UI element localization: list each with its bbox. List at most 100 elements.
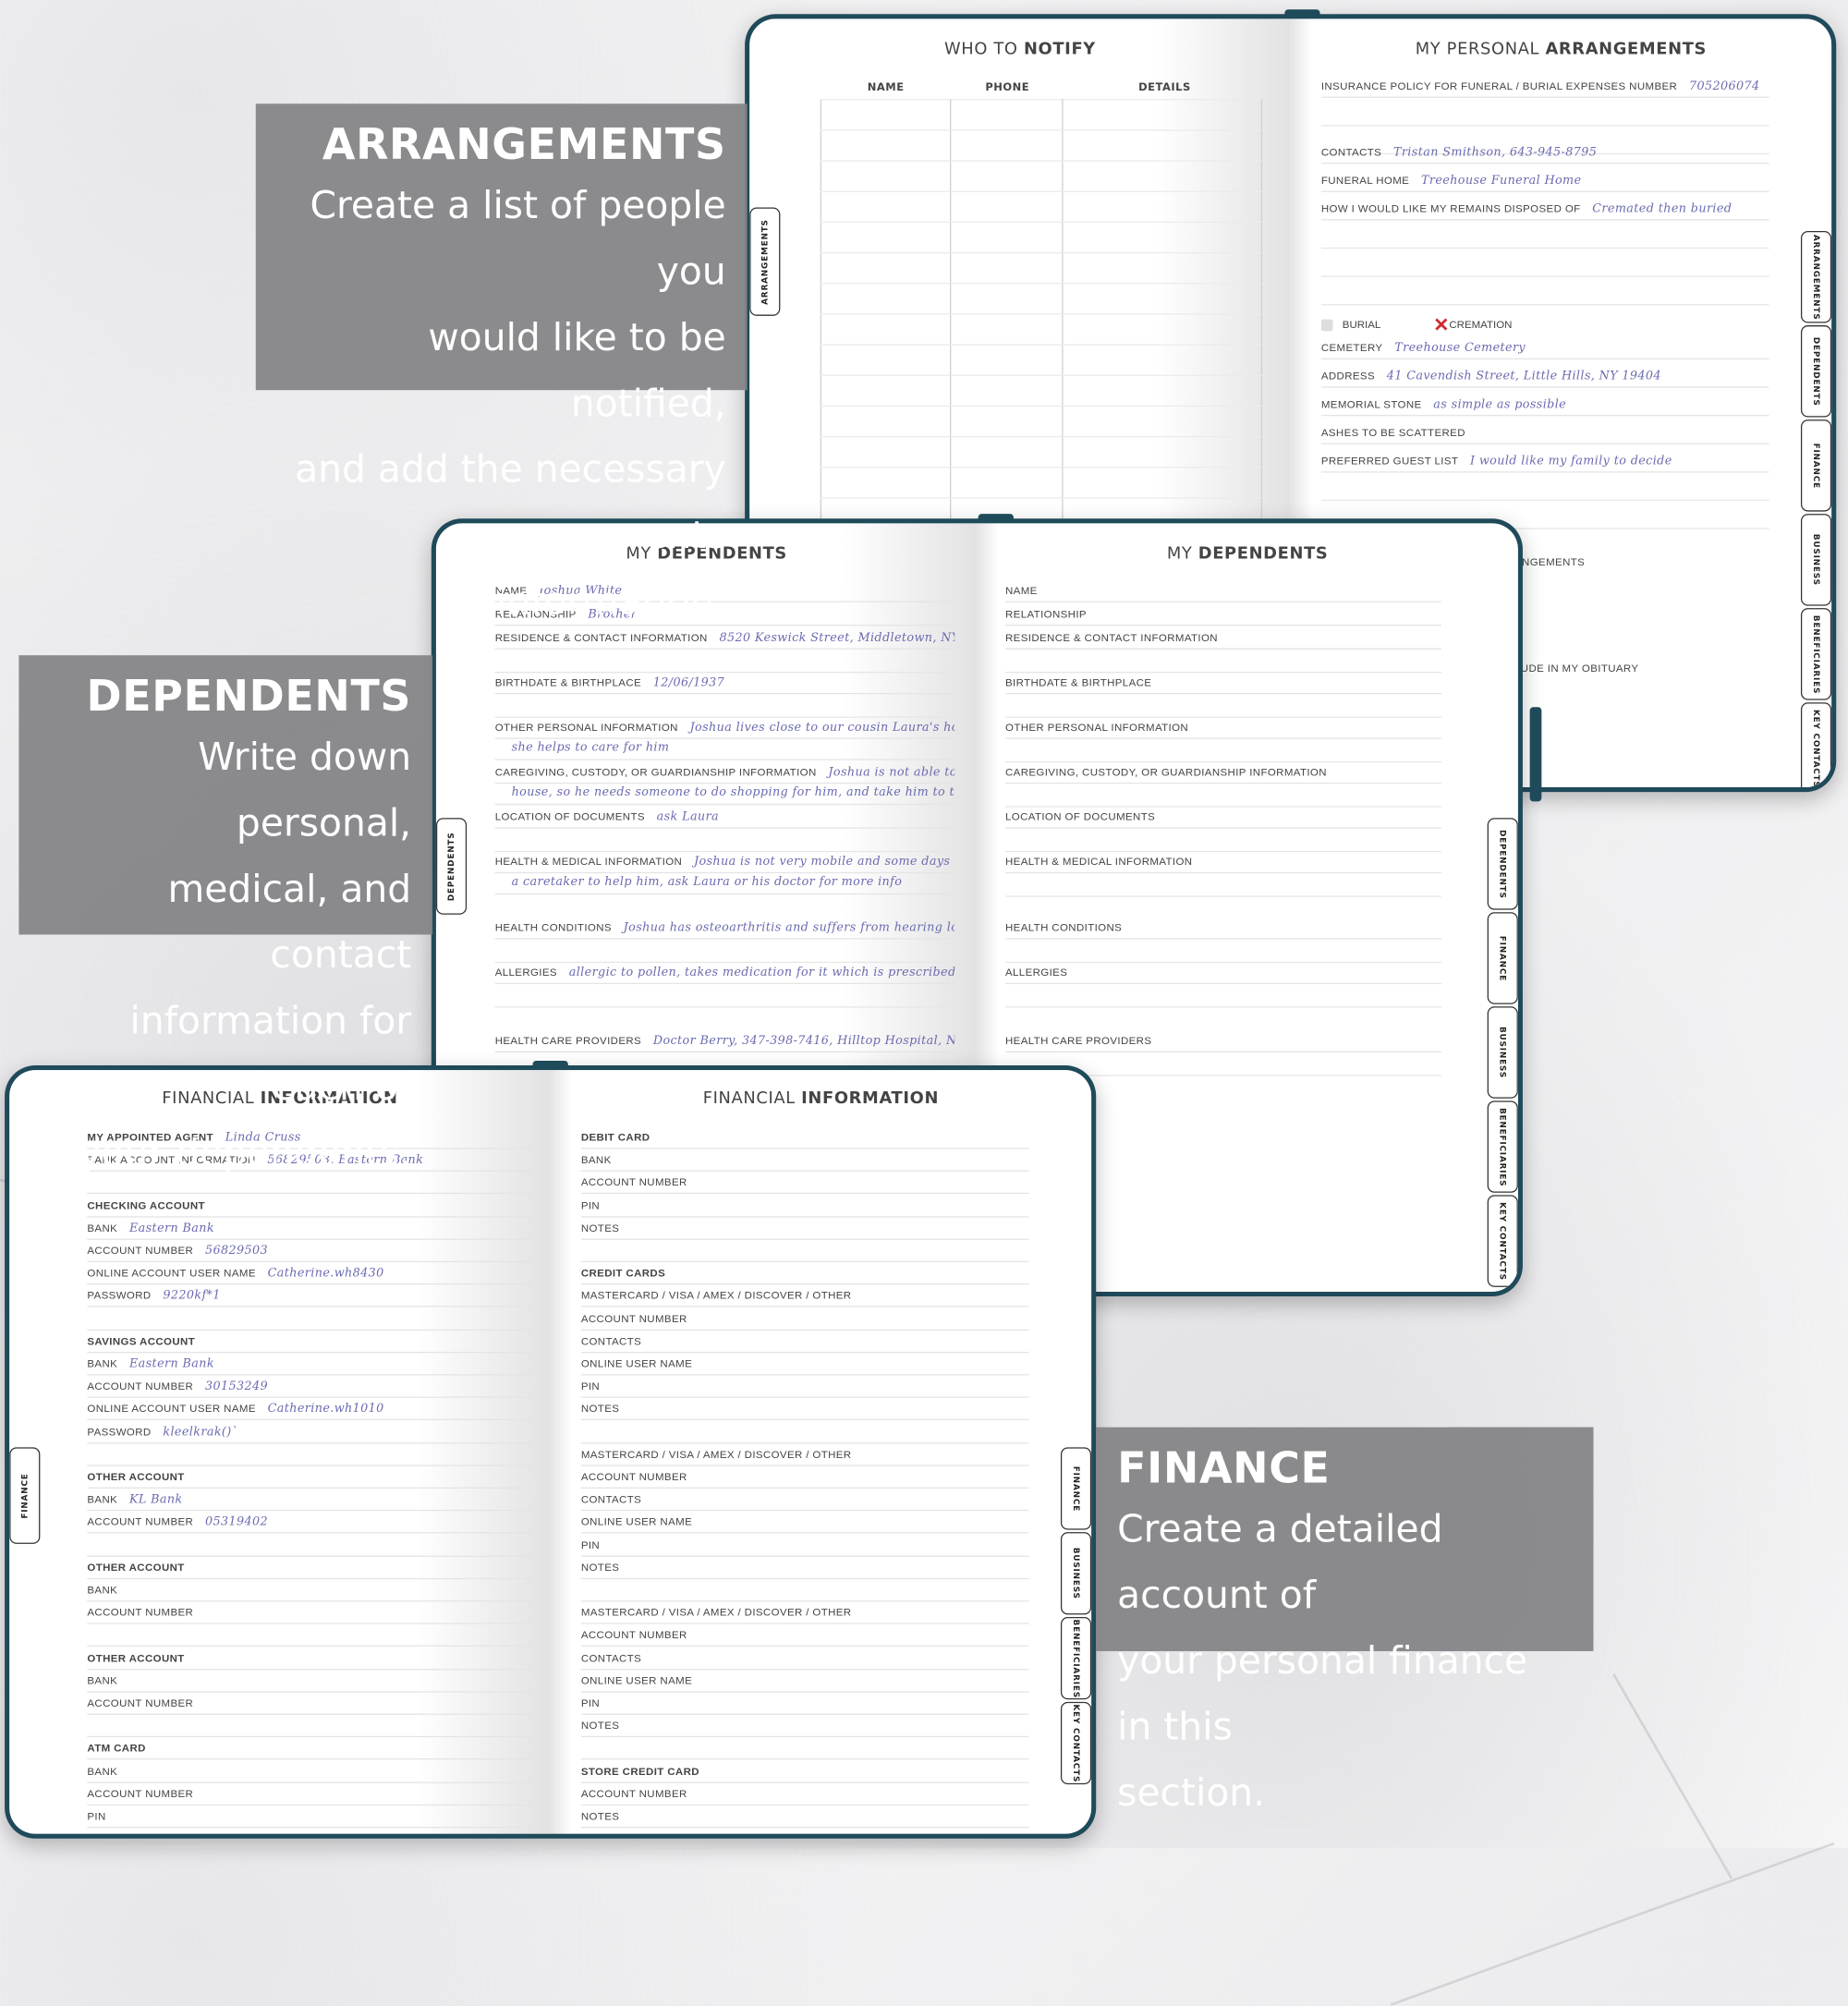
finance-field[interactable]	[580, 1579, 1029, 1602]
dependent-field[interactable]: ALLERGIES allergic to pollen, takes medic…	[494, 962, 955, 985]
finance-field[interactable]: PIN	[580, 1195, 1029, 1218]
dependent-field[interactable]: LOCATION OF DOCUMENTS ask Laura	[494, 806, 955, 829]
burial-checkbox[interactable]	[1320, 319, 1333, 332]
tab-business[interactable]: BUSINESS	[1800, 514, 1832, 606]
tab-finance[interactable]: FINANCE	[1060, 1447, 1092, 1530]
finance-field[interactable]: PASSWORD 9220kf*1	[87, 1285, 536, 1308]
finance-field[interactable]: PIN	[580, 1376, 1029, 1398]
finance-field[interactable]: ACCOUNT NUMBER	[87, 1783, 536, 1805]
field-address[interactable]: ADDRESS 41 Cavendish Street, Little Hills…	[1320, 365, 1769, 388]
dependent-field[interactable]: ALLERGIES	[1005, 962, 1441, 985]
finance-field[interactable]	[580, 1240, 1029, 1263]
tab-arrangements[interactable]: ARRANGEMENTS	[1800, 230, 1832, 323]
finance-field[interactable]: ATM CARD	[87, 1738, 536, 1760]
finance-field[interactable]: NOTES	[580, 1217, 1029, 1240]
finance-field[interactable]: DEBIT CARD	[580, 1126, 1029, 1149]
notify-cell[interactable]	[1061, 374, 1263, 407]
finance-field[interactable]: ACCOUNT NUMBER	[580, 1172, 1029, 1195]
finance-field[interactable]: OTHER ACCOUNT	[87, 1557, 536, 1579]
notify-cell[interactable]	[949, 313, 1064, 346]
field-remains[interactable]: HOW I WOULD LIKE MY REMAINS DISPOSED OF C…	[1320, 198, 1769, 221]
tab-beneficiaries[interactable]: BENEFICIARIES	[1487, 1100, 1518, 1193]
finance-field[interactable]: ONLINE USER NAME	[580, 1670, 1029, 1693]
finance-field[interactable]: CONTACTS	[580, 1331, 1029, 1354]
tab-dependents[interactable]: DEPENDENTS	[1800, 325, 1832, 418]
field-ashes[interactable]: ASHES TO BE SCATTERED	[1320, 422, 1769, 444]
finance-field[interactable]: OTHER ACCOUNT	[87, 1466, 536, 1489]
finance-field[interactable]: ACCOUNT NUMBER	[87, 1693, 536, 1715]
finance-field[interactable]: BANK	[87, 1670, 536, 1693]
dependent-field[interactable]: NAME	[1005, 580, 1441, 602]
notify-cell[interactable]	[820, 129, 952, 162]
notify-cell[interactable]	[820, 99, 952, 131]
tab-business[interactable]: BUSINESS	[1487, 1006, 1518, 1099]
notify-cell[interactable]	[820, 283, 952, 315]
dependent-field[interactable]: RELATIONSHIP	[1005, 603, 1441, 626]
notify-cell[interactable]	[949, 374, 1064, 407]
notify-cell[interactable]	[1061, 99, 1263, 131]
tab-arrangements[interactable]: ARRANGEMENTS	[749, 207, 781, 316]
finance-field[interactable]: ACCOUNT NUMBER 56829503	[87, 1240, 536, 1263]
notify-cell[interactable]	[820, 405, 952, 438]
finance-field[interactable]: BANK KL Bank	[87, 1489, 536, 1512]
notify-cell[interactable]	[820, 160, 952, 192]
finance-field[interactable]: ACCOUNT NUMBER	[580, 1624, 1029, 1647]
finance-field[interactable]: NOTES	[580, 1805, 1029, 1829]
notify-cell[interactable]	[949, 283, 1064, 315]
finance-field[interactable]: ACCOUNT NUMBER	[580, 1307, 1029, 1331]
dependent-field[interactable]: HEALTH CARE PROVIDERS	[1005, 1030, 1441, 1053]
notify-cell[interactable]	[1061, 344, 1263, 376]
notify-cell[interactable]	[949, 405, 1064, 438]
notify-cell[interactable]	[820, 467, 952, 499]
notify-cell[interactable]	[1061, 313, 1263, 346]
finance-field[interactable]: ONLINE USER NAME	[580, 1353, 1029, 1376]
finance-field[interactable]: PIN	[580, 1693, 1029, 1715]
notify-cell[interactable]	[949, 435, 1064, 468]
dependent-field[interactable]: CAREGIVING, CUSTODY, OR GUARDIANSHIP INF…	[494, 761, 955, 784]
finance-field[interactable]	[87, 1715, 536, 1738]
notify-cell[interactable]	[1061, 283, 1263, 315]
dependent-field-continued[interactable]: a caretaker to help him, ask Laura or hi…	[494, 872, 955, 895]
notify-cell[interactable]	[949, 221, 1064, 254]
dependent-field-continued[interactable]: house, so he needs someone to do shoppin…	[494, 783, 955, 806]
finance-field[interactable]: BANK	[87, 1760, 536, 1783]
tab-finance[interactable]: FINANCE	[9, 1447, 41, 1544]
finance-field[interactable]: CREDIT CARDS	[580, 1262, 1029, 1285]
finance-field[interactable]: MASTERCARD / VISA / AMEX / DISCOVER / OT…	[580, 1285, 1029, 1308]
dependent-field[interactable]: HEALTH CONDITIONS	[1005, 917, 1441, 940]
notify-cell[interactable]	[1061, 405, 1263, 438]
notify-cell[interactable]	[1061, 435, 1263, 468]
field-insurance[interactable]: INSURANCE POLICY FOR FUNERAL / BURIAL EX…	[1320, 76, 1769, 98]
tab-key-contacts[interactable]: KEY CONTACTS	[1800, 702, 1832, 788]
dependent-field[interactable]: LOCATION OF DOCUMENTS	[1005, 806, 1441, 829]
finance-field[interactable]: CONTACTS	[580, 1489, 1029, 1512]
finance-field[interactable]: NOTES	[580, 1557, 1029, 1579]
notify-cell[interactable]	[1061, 467, 1263, 499]
notify-cell[interactable]	[1061, 251, 1263, 285]
notify-cell[interactable]	[1061, 129, 1263, 162]
tab-finance[interactable]: FINANCE	[1800, 419, 1832, 512]
finance-field[interactable]	[87, 1307, 536, 1331]
dependent-field[interactable]: CAREGIVING, CUSTODY, OR GUARDIANSHIP INF…	[1005, 761, 1441, 784]
finance-field[interactable]: NOTES	[580, 1715, 1029, 1738]
finance-field[interactable]: ACCOUNT NUMBER 30153249	[87, 1376, 536, 1398]
notify-cell[interactable]	[1061, 190, 1263, 224]
notify-cell[interactable]	[820, 435, 952, 468]
finance-field[interactable]: OTHER ACCOUNT	[87, 1647, 536, 1670]
finance-field[interactable]: STORE CREDIT CARD	[580, 1760, 1029, 1783]
field-guest-list[interactable]: PREFERRED GUEST LIST I would like my fami…	[1320, 450, 1769, 473]
finance-field[interactable]: ONLINE ACCOUNT USER NAME Catherine.wh1010	[87, 1398, 536, 1421]
finance-field[interactable]: ACCOUNT NUMBER	[87, 1602, 536, 1624]
tab-key-contacts[interactable]: KEY CONTACTS	[1060, 1701, 1092, 1785]
dependent-field[interactable]: HEALTH & MEDICAL INFORMATION	[1005, 851, 1441, 874]
finance-field[interactable]: BANK Eastern Bank	[87, 1353, 536, 1376]
notify-cell[interactable]	[949, 251, 1064, 285]
finance-field[interactable]: BANK	[87, 1579, 536, 1602]
finance-field[interactable]: ACCOUNT NUMBER 05319402	[87, 1512, 536, 1534]
tab-beneficiaries[interactable]: BENEFICIARIES	[1060, 1616, 1092, 1700]
finance-field[interactable]: CHECKING ACCOUNT	[87, 1195, 536, 1218]
finance-field[interactable]	[87, 1624, 536, 1647]
notify-cell[interactable]	[1061, 221, 1263, 254]
field-cemetery[interactable]: CEMETERY Treehouse Cemetery	[1320, 337, 1769, 360]
notify-cell[interactable]	[820, 221, 952, 254]
